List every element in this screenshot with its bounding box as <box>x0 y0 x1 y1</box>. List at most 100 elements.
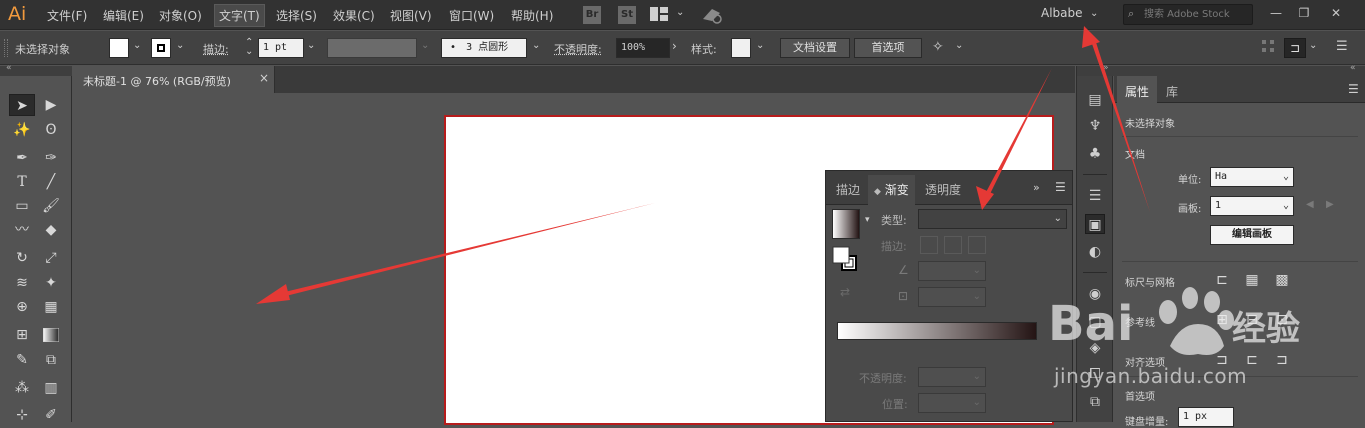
stroke-panel-icon[interactable]: ☰ <box>1085 186 1105 206</box>
bridge-icon[interactable]: Br <box>583 6 601 24</box>
properties-header[interactable]: « <box>1114 63 1365 76</box>
symbols-icon[interactable]: ♣ <box>1085 144 1105 164</box>
rectangle-tool-icon[interactable]: ▭ <box>9 195 35 217</box>
document-setup-button[interactable]: 文档设置 <box>780 38 850 58</box>
brush-definition[interactable]: • 3 点圆形 <box>441 38 527 58</box>
tab-gradient[interactable]: ◆ 渐变 <box>868 175 915 205</box>
chevron-down-icon[interactable]: ⌄ <box>176 40 184 51</box>
eyedropper-tool-icon[interactable]: ✎ <box>9 349 35 371</box>
restore-icon[interactable]: ❐ <box>1293 4 1315 22</box>
artboard-tool-icon[interactable]: ⊹ <box>9 404 35 426</box>
gradient-swatch[interactable] <box>832 209 860 239</box>
minimize-icon[interactable]: — <box>1265 4 1287 22</box>
chevron-right-icon[interactable]: › <box>672 39 677 53</box>
layers-icon[interactable]: ▤ <box>1085 90 1105 110</box>
pen-tool-icon[interactable]: ✒ <box>9 147 35 169</box>
stock-search[interactable]: ⌕ <box>1123 4 1253 25</box>
chevron-down-icon[interactable]: ⌄ <box>307 40 315 51</box>
menu-window[interactable]: 窗口(W) <box>449 7 494 24</box>
workspace-switcher[interactable]: Albabe <box>1041 6 1083 20</box>
stroke-across-icon[interactable] <box>968 236 986 254</box>
select-similar-icon[interactable]: ✧ <box>932 39 944 55</box>
chevron-down-icon[interactable]: ⌄ <box>676 7 684 18</box>
close-icon[interactable]: × <box>259 71 269 85</box>
aspect-ratio-select[interactable]: ⌄ <box>918 287 986 307</box>
stroke-swatch[interactable] <box>151 38 171 58</box>
stop-opacity-select[interactable]: ⌄ <box>918 367 986 387</box>
slice-tool-icon[interactable]: ✐ <box>38 404 64 426</box>
preferences-button[interactable]: 首选项 <box>854 38 922 58</box>
blend-tool-icon[interactable]: ⧉ <box>38 349 64 371</box>
chevron-down-icon[interactable]: ▾ <box>865 215 870 225</box>
stroke-within-icon[interactable] <box>920 236 938 254</box>
fill-swatch[interactable] <box>109 38 129 58</box>
puppet-warp-tool-icon[interactable]: ✦ <box>38 272 64 294</box>
stepper-icon[interactable]: ⌃ ⌄ <box>245 38 253 57</box>
panel-menu-icon[interactable]: ☰ <box>1055 180 1066 194</box>
expand-icon[interactable]: » <box>1103 63 1109 73</box>
stroke-weight-field[interactable]: 1 pt <box>258 38 304 58</box>
chevron-down-icon[interactable]: ⌄ <box>1309 40 1317 51</box>
chevron-down-icon[interactable]: ⌄ <box>1090 8 1098 19</box>
document-tab[interactable]: 未标题-1 @ 76% (RGB/预览) × <box>75 66 275 93</box>
chevron-down-icon[interactable]: ⌄ <box>756 40 764 51</box>
scale-tool-icon[interactable]: ⤢ <box>38 247 64 269</box>
direct-selection-tool-icon[interactable]: ▶ <box>38 94 64 116</box>
document-tab-title[interactable]: 未标题-1 @ 76% (RGB/预览) <box>83 73 231 89</box>
chevron-down-icon[interactable]: ⌄ <box>955 40 963 51</box>
type-tool-icon[interactable]: T <box>9 171 35 193</box>
menu-edit[interactable]: 编辑(E) <box>103 7 144 24</box>
rotate-tool-icon[interactable]: ↻ <box>9 247 35 269</box>
chevron-down-icon[interactable]: ⌄ <box>532 40 540 51</box>
menu-view[interactable]: 视图(V) <box>390 7 432 24</box>
tab-stroke[interactable]: 描边 <box>836 181 860 198</box>
shape-builder-tool-icon[interactable]: ⊕ <box>9 296 35 318</box>
collapse-icon[interactable]: « <box>6 63 12 73</box>
gradient-tool-icon[interactable] <box>38 324 64 346</box>
keyboard-increment-field[interactable]: 1 px <box>1178 407 1234 427</box>
lasso-tool-icon[interactable]: ʘ <box>38 119 64 141</box>
selection-tool-icon[interactable]: ➤ <box>9 94 35 116</box>
previous-artboard-icon[interactable]: ◀ <box>1306 199 1314 210</box>
chevron-down-icon[interactable]: ⌄ <box>133 40 141 51</box>
artboard-select[interactable]: 1 ⌄ <box>1210 196 1294 216</box>
snap-icon[interactable]: ⊐ <box>1284 38 1306 58</box>
tab-transparency[interactable]: 透明度 <box>925 181 961 198</box>
transparency-icon[interactable]: ◐ <box>1085 242 1105 262</box>
edit-artboards-button[interactable]: 编辑画板 <box>1210 225 1294 245</box>
magic-wand-tool-icon[interactable]: ✨ <box>9 119 35 141</box>
gradient-panel-icon[interactable]: ▣ <box>1085 214 1105 234</box>
eraser-tool-icon[interactable]: ◆ <box>38 219 64 241</box>
variable-width-profile[interactable] <box>327 38 417 58</box>
stock-search-input[interactable] <box>1144 7 1250 22</box>
stop-location-select[interactable]: ⌄ <box>918 393 986 413</box>
symbol-sprayer-tool-icon[interactable]: ⁂ <box>9 377 35 399</box>
next-artboard-icon[interactable]: ▶ <box>1326 199 1334 210</box>
tab-properties[interactable]: 属性 <box>1117 76 1158 103</box>
gradient-slider[interactable] <box>837 322 1037 340</box>
fill-stroke-icon[interactable] <box>832 246 857 271</box>
mesh-tool-icon[interactable]: ⊞ <box>9 324 35 346</box>
gpu-performance-icon[interactable] <box>700 5 724 25</box>
transform-icon[interactable] <box>1262 40 1274 52</box>
stock-icon[interactable]: St <box>618 6 636 24</box>
gradient-type-select[interactable]: ⌄ <box>918 209 1067 229</box>
menu-select[interactable]: 选择(S) <box>276 7 317 24</box>
menu-help[interactable]: 帮助(H) <box>511 7 553 24</box>
grip-handle[interactable] <box>4 39 8 57</box>
menu-type[interactable]: 文字(T) <box>214 4 265 27</box>
panel-menu-icon[interactable]: ☰ <box>1348 82 1359 96</box>
width-tool-icon[interactable]: ≋ <box>9 272 35 294</box>
tab-libraries[interactable]: 库 <box>1166 83 1178 100</box>
menu-object[interactable]: 对象(O) <box>159 7 202 24</box>
shaper-tool-icon[interactable]: 〰 <box>9 219 35 241</box>
angle-select[interactable]: ⌄ <box>918 261 986 281</box>
perspective-grid-tool-icon[interactable]: ▦ <box>38 296 64 318</box>
line-tool-icon[interactable]: ╱ <box>38 171 64 193</box>
arrange-documents-icon[interactable] <box>650 7 668 21</box>
menu-file[interactable]: 文件(F) <box>47 7 87 24</box>
toolbox-header[interactable]: « <box>0 63 72 76</box>
stroke-label[interactable]: 描边: <box>203 41 229 57</box>
units-select[interactable]: Ha ⌄ <box>1210 167 1294 187</box>
opacity-field[interactable]: 100% <box>616 38 670 58</box>
